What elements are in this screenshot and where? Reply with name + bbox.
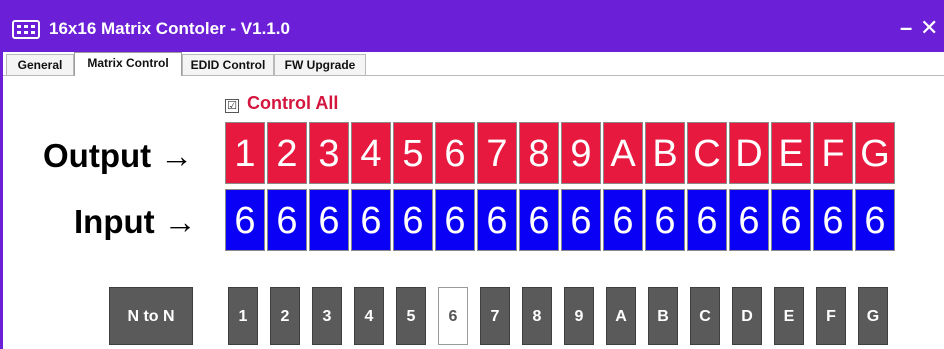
input-select-button[interactable]: C [690, 287, 720, 345]
input-cell[interactable]: 6 [309, 189, 349, 251]
tab-general[interactable]: General [6, 54, 74, 75]
control-all-label: Control All [247, 93, 339, 113]
input-select-button[interactable]: D [732, 287, 762, 345]
input-select-button[interactable]: B [648, 287, 678, 345]
input-select-button[interactable]: G [858, 287, 888, 345]
input-select-button[interactable]: 7 [480, 287, 510, 345]
input-cell[interactable]: 6 [855, 189, 895, 251]
input-cell[interactable]: 6 [687, 189, 727, 251]
output-cell[interactable]: 4 [351, 122, 391, 184]
window-title: 16x16 Matrix Contoler - V1.1.0 [49, 19, 290, 38]
title-bar: 16x16 Matrix Contoler - V1.1.0 – ✕ [3, 0, 944, 52]
output-cell[interactable]: G [855, 122, 895, 184]
output-cell[interactable]: A [603, 122, 643, 184]
input-select-button[interactable]: F [816, 287, 846, 345]
output-cell[interactable]: 5 [393, 122, 433, 184]
input-cell[interactable]: 6 [729, 189, 769, 251]
input-select-button[interactable]: 6 [438, 287, 468, 345]
input-cell[interactable]: 6 [393, 189, 433, 251]
output-cell[interactable]: 8 [519, 122, 559, 184]
input-cell[interactable]: 6 [603, 189, 643, 251]
input-select-button[interactable]: 8 [522, 287, 552, 345]
input-cell[interactable]: 6 [561, 189, 601, 251]
output-cell[interactable]: 9 [561, 122, 601, 184]
input-cell[interactable]: 6 [225, 189, 265, 251]
output-cell[interactable]: 7 [477, 122, 517, 184]
input-cell[interactable]: 6 [645, 189, 685, 251]
input-cell[interactable]: 6 [477, 189, 517, 251]
tab-edid-control[interactable]: EDID Control [182, 54, 274, 75]
input-select-button[interactable]: E [774, 287, 804, 345]
input-select-button[interactable]: A [606, 287, 636, 345]
input-cell[interactable]: 6 [519, 189, 559, 251]
minimize-button[interactable]: – [900, 15, 912, 41]
tab-fw-upgrade[interactable]: FW Upgrade [274, 54, 366, 75]
n-to-n-button[interactable]: N to N [109, 287, 193, 345]
output-cell[interactable]: E [771, 122, 811, 184]
output-cell[interactable]: 1 [225, 122, 265, 184]
output-cell[interactable]: C [687, 122, 727, 184]
input-cell[interactable]: 6 [351, 189, 391, 251]
input-select-button[interactable]: 9 [564, 287, 594, 345]
app-window: 16x16 Matrix Contoler - V1.1.0 – ✕ Gener… [0, 0, 944, 349]
checkbox-checked-icon[interactable]: ☑ [225, 99, 239, 113]
output-cell[interactable]: D [729, 122, 769, 184]
input-row-label: Input → [74, 203, 197, 240]
input-cell[interactable]: 6 [267, 189, 307, 251]
tab-bar: General Matrix Control EDID Control FW U… [3, 52, 944, 76]
output-cell[interactable]: 6 [435, 122, 475, 184]
output-row-label: Output → [43, 137, 194, 174]
input-select-button[interactable]: 4 [354, 287, 384, 345]
output-cell[interactable]: F [813, 122, 853, 184]
output-cell[interactable]: B [645, 122, 685, 184]
tab-matrix-control[interactable]: Matrix Control [74, 52, 182, 76]
matrix-app-icon [12, 20, 40, 39]
input-cell[interactable]: 6 [771, 189, 811, 251]
control-all-checkbox[interactable]: ☑ Control All [225, 93, 338, 114]
input-select-button[interactable]: 1 [228, 287, 258, 345]
output-cell[interactable]: 3 [309, 122, 349, 184]
input-select-button[interactable]: 2 [270, 287, 300, 345]
input-select-button[interactable]: 3 [312, 287, 342, 345]
input-cell[interactable]: 6 [813, 189, 853, 251]
close-button[interactable]: ✕ [920, 15, 938, 41]
input-select-button[interactable]: 5 [396, 287, 426, 345]
input-cell[interactable]: 6 [435, 189, 475, 251]
output-cell[interactable]: 2 [267, 122, 307, 184]
